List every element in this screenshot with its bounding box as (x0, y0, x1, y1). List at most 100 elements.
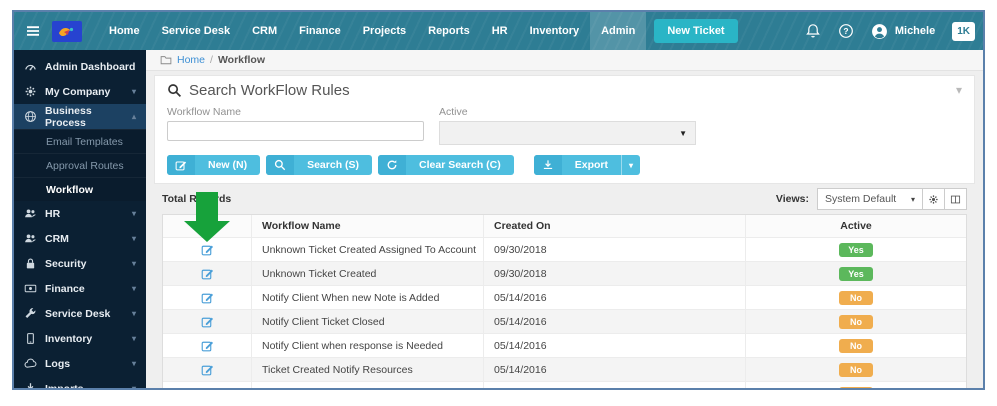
column-chooser-button[interactable] (945, 188, 967, 210)
clear-search-button-label: Clear Search (C) (419, 159, 501, 171)
panel-title: Search WorkFlow Rules (189, 82, 350, 99)
bell-icon[interactable] (805, 23, 821, 39)
help-icon[interactable] (838, 23, 854, 39)
sidebar-item-label: Logs (45, 357, 71, 370)
sidebar-subitem-workflow[interactable]: Workflow (14, 177, 146, 201)
sidebar-item-imports[interactable]: Imports ▾ (14, 376, 146, 388)
views-settings-button[interactable] (923, 188, 945, 210)
nav-item-crm[interactable]: CRM (241, 12, 288, 50)
user-menu[interactable]: Michele (871, 23, 935, 40)
app-window: Home Service Desk CRM Finance Projects R… (12, 10, 985, 390)
sidebar-subitem-approval-routes[interactable]: Approval Routes (14, 153, 146, 177)
active-label: Active (439, 106, 468, 118)
views-select[interactable]: System Default ▾ (817, 188, 923, 210)
export-button-label: Export (574, 159, 608, 171)
new-edit-icon (167, 155, 195, 175)
edit-icon[interactable] (201, 387, 214, 388)
views-group: Views: System Default ▾ (776, 188, 967, 210)
chevron-down-icon: ▾ (132, 384, 136, 388)
sidebar-item-label: Service Desk (45, 307, 111, 320)
search-icon (167, 83, 182, 98)
workflow-table: Workflow Name Created On Active Unknown … (162, 192, 967, 388)
sidebar-item-admin-dashboard[interactable]: Admin Dashboard (14, 54, 146, 79)
workflow-name-cell: Ticket Created Notify Client (251, 382, 483, 388)
edit-icon[interactable] (201, 267, 214, 280)
sidebar-item-label: Inventory (45, 332, 93, 345)
nav-item-projects[interactable]: Projects (352, 12, 417, 50)
panel-header: Search WorkFlow Rules (167, 82, 962, 99)
edit-icon[interactable] (201, 243, 214, 256)
created-on-cell: 05/14/2016 (483, 382, 745, 388)
nav-item-home[interactable]: Home (98, 12, 151, 50)
collapse-panel-chevron-icon[interactable]: ▾ (956, 84, 962, 96)
table-header-row: Workflow Name Created On Active (163, 215, 966, 237)
chevron-down-icon: ▾ (131, 234, 136, 243)
sidebar-item-business-process[interactable]: Business Process ▴ (14, 104, 146, 129)
action-toolbar: New (N) Search (S) Clear Search (C) Expo… (167, 155, 962, 175)
top-navigation-bar: Home Service Desk CRM Finance Projects R… (14, 12, 983, 50)
export-dropdown-caret-icon[interactable]: ▾ (621, 155, 640, 175)
workflow-name-cell: Notify Client When new Note is Added (251, 286, 483, 309)
chevron-up-icon: ▴ (131, 112, 136, 121)
nav-item-inventory[interactable]: Inventory (519, 12, 591, 50)
table-row: Notify Client Ticket Closed 05/14/2016 N… (163, 309, 966, 333)
sidebar-item-my-company[interactable]: My Company ▾ (14, 79, 146, 104)
search-button[interactable]: Search (S) (266, 155, 373, 175)
workflow-name-input[interactable] (167, 121, 424, 141)
header-created-on: Created On (483, 215, 745, 237)
chevron-down-icon: ▾ (131, 284, 136, 293)
export-icon (533, 155, 562, 175)
sidebar-item-label: Business Process (45, 104, 92, 129)
edit-icon[interactable] (201, 315, 214, 328)
chevron-down-icon: ▾ (131, 309, 136, 318)
sidebar-item-crm[interactable]: CRM ▾ (14, 226, 146, 251)
table-row: Notify Client when response is Needed 05… (163, 333, 966, 357)
breadcrumb-separator: / (210, 54, 213, 66)
edit-icon[interactable] (201, 363, 214, 376)
breadcrumb-current: Workflow (217, 54, 265, 66)
nav-item-service-desk[interactable]: Service Desk (151, 12, 242, 50)
sidebar-item-label: HR (45, 207, 61, 220)
created-on-cell: 09/30/2018 (483, 262, 745, 285)
active-badge: Yes (839, 242, 873, 257)
active-badge: No (839, 290, 873, 305)
sidebar-item-inventory[interactable]: Inventory ▾ (14, 326, 146, 351)
views-label: Views: (775, 193, 809, 205)
active-badge: No (839, 362, 873, 377)
nav-item-hr[interactable]: HR (481, 12, 519, 50)
header-workflow-name: Workflow Name (251, 215, 483, 237)
nav-item-finance[interactable]: Finance (288, 12, 352, 50)
new-button[interactable]: New (N) (167, 155, 261, 175)
breadcrumb-home-link[interactable]: Home (177, 54, 205, 66)
clear-search-button[interactable]: Clear Search (C) (378, 155, 514, 175)
nav-item-admin[interactable]: Admin (590, 12, 647, 50)
edit-icon[interactable] (201, 339, 214, 352)
brand-badge[interactable]: 1K (952, 21, 975, 41)
active-select[interactable]: ▼ (439, 121, 696, 145)
search-icon (266, 155, 295, 175)
sidebar-item-service-desk[interactable]: Service Desk ▾ (14, 301, 146, 326)
created-on-cell: 05/14/2016 (483, 358, 745, 381)
dashboard-icon (24, 60, 37, 73)
table-row: Unknown Ticket Created Assigned To Accou… (163, 237, 966, 261)
workflow-name-label: Workflow Name (167, 106, 241, 118)
sidebar-item-hr[interactable]: HR ▾ (14, 201, 146, 226)
app-logo[interactable] (52, 20, 82, 42)
sidebar-item-finance[interactable]: Finance ▾ (14, 276, 146, 301)
new-ticket-button[interactable]: New Ticket (654, 19, 738, 43)
sidebar-item-logs[interactable]: Logs ▾ (14, 351, 146, 376)
active-badge: No (839, 386, 873, 388)
edit-icon[interactable] (201, 291, 214, 304)
hamburger-menu-icon[interactable] (24, 22, 42, 40)
nav-item-reports[interactable]: Reports (417, 12, 481, 50)
workflow-name-cell: Unknown Ticket Created (251, 262, 483, 285)
chevron-down-icon: ▾ (131, 334, 136, 343)
workflow-name-cell: Unknown Ticket Created Assigned To Accou… (251, 238, 483, 261)
export-button[interactable]: Export ▾ (533, 155, 641, 175)
refresh-icon (378, 155, 407, 175)
user-avatar-icon (871, 23, 888, 40)
sidebar-item-security[interactable]: Security ▾ (14, 251, 146, 276)
sidebar-subitem-email-templates[interactable]: Email Templates (14, 129, 146, 153)
sidebar-item-label: CRM (45, 232, 69, 245)
sidebar-item-label: Imports (45, 383, 84, 389)
